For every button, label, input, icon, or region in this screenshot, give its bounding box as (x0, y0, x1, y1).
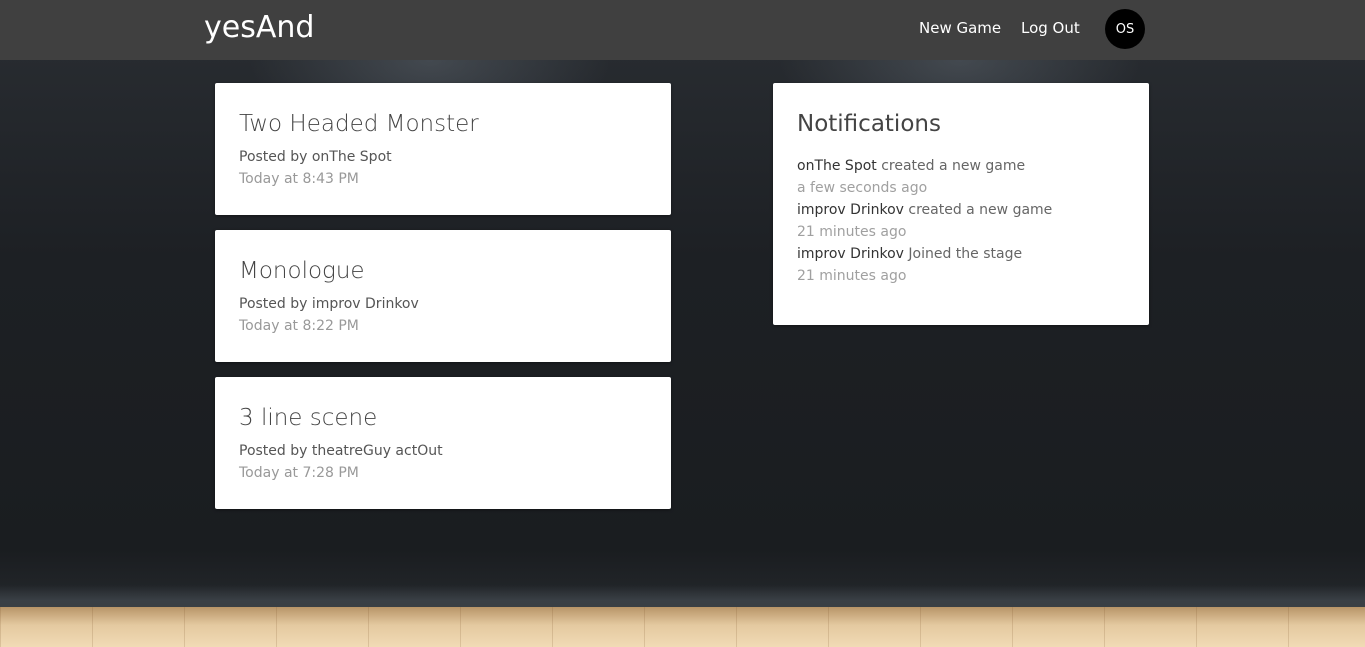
notification-action: created a new game (876, 158, 1026, 174)
game-title: 3 line scene (239, 405, 378, 431)
notification-actor[interactable]: improv Drinkov (797, 246, 904, 262)
notification-action: Joined the stage (903, 246, 1023, 262)
notifications-title: Notifications (797, 111, 941, 137)
notifications-list: onThe Spot created a new game a few seco… (797, 155, 1125, 287)
stage-background (0, 0, 1365, 647)
game-time: Today at 7:28 PM (239, 465, 359, 481)
notification-actor[interactable]: improv Drinkov (797, 202, 904, 218)
game-posted-by: Posted by improv Drinkov (239, 296, 419, 312)
navbar: yesAnd New Game Log Out OS (0, 0, 1365, 60)
brand-logo[interactable]: yesAnd (204, 10, 314, 45)
notification-action: created a new game (903, 202, 1053, 218)
notification-time: 21 minutes ago (797, 268, 907, 284)
logout-link[interactable]: Log Out (1021, 19, 1080, 37)
stage-floor (0, 607, 1365, 647)
notifications-panel: Notifications onThe Spot created a new g… (773, 83, 1149, 325)
game-card[interactable]: Monologue Posted by improv Drinkov Today… (215, 230, 671, 362)
new-game-link[interactable]: New Game (919, 19, 1001, 37)
game-posted-by: Posted by onThe Spot (239, 149, 392, 165)
game-time: Today at 8:43 PM (239, 171, 359, 187)
notification-actor[interactable]: onThe Spot (797, 158, 877, 174)
game-time: Today at 8:22 PM (239, 318, 359, 334)
game-posted-by: Posted by theatreGuy actOut (239, 443, 443, 459)
notification-time: a few seconds ago (797, 180, 928, 196)
game-title: Monologue (239, 258, 365, 284)
game-title: Two Headed Monster (239, 111, 479, 137)
stage-edge (0, 585, 1365, 607)
avatar[interactable]: OS (1105, 9, 1145, 49)
notification-item: onThe Spot created a new game a few seco… (797, 155, 1125, 199)
notification-item: improv Drinkov created a new game 21 min… (797, 199, 1125, 243)
notification-item: improv Drinkov Joined the stage 21 minut… (797, 243, 1125, 287)
game-card[interactable]: 3 line scene Posted by theatreGuy actOut… (215, 377, 671, 509)
game-card[interactable]: Two Headed Monster Posted by onThe Spot … (215, 83, 671, 215)
notification-time: 21 minutes ago (797, 224, 907, 240)
